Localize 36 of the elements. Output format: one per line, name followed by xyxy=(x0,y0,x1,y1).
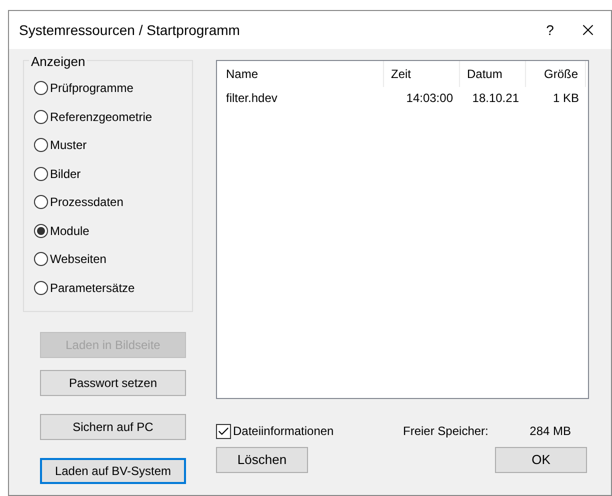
free-memory-value: 284 MB xyxy=(530,423,572,440)
radio-option[interactable]: Prüfprogramme xyxy=(34,79,192,97)
radio-button[interactable] xyxy=(34,110,48,124)
ok-button[interactable]: OK xyxy=(495,447,587,473)
free-memory-label: Freier Speicher: xyxy=(403,423,490,440)
radio-button[interactable] xyxy=(34,252,48,266)
column-header[interactable]: Größe xyxy=(526,61,586,87)
action-button[interactable]: Sichern auf PC xyxy=(40,414,186,440)
table-cell-text: filter.hdev xyxy=(225,90,278,107)
column-header[interactable]: Name xyxy=(219,61,384,87)
checkbox-label[interactable]: Dateiinformationen xyxy=(233,422,403,440)
radio-button[interactable] xyxy=(34,81,48,95)
help-button[interactable]: ? xyxy=(535,20,565,40)
table-cell-text: 14:03:00 xyxy=(405,90,454,107)
check-icon xyxy=(217,424,230,438)
radio-option[interactable]: Prozessdaten xyxy=(34,193,192,211)
action-button[interactable]: Laden auf BV-System xyxy=(40,458,186,484)
radio-button[interactable] xyxy=(34,224,48,238)
delete-button[interactable]: Löschen xyxy=(216,447,308,473)
radio-option[interactable]: Parametersätze xyxy=(34,278,192,296)
table-cell-text: 18.10.21 xyxy=(471,90,520,107)
column-header[interactable]: Zeit xyxy=(384,61,460,87)
radio-option[interactable]: Bilder xyxy=(34,164,192,182)
action-button[interactable]: Passwort setzen xyxy=(40,370,186,396)
file-info-checkbox[interactable] xyxy=(216,424,231,438)
column-header[interactable]: Datum xyxy=(460,61,526,87)
radio-button[interactable] xyxy=(34,166,48,180)
radio-option[interactable]: Muster xyxy=(34,136,192,154)
radio-button[interactable] xyxy=(34,280,48,294)
table-cell-text: 1 KB xyxy=(552,90,580,107)
radio-option[interactable]: Webseiten xyxy=(34,250,192,268)
radio-button[interactable] xyxy=(34,195,48,209)
radio-option[interactable]: Referenzgeometrie xyxy=(34,108,192,126)
window-title: Systemressourcen / Startprogramm xyxy=(19,20,241,40)
radio-button[interactable] xyxy=(34,138,48,152)
radio-option[interactable]: Module xyxy=(34,222,192,240)
